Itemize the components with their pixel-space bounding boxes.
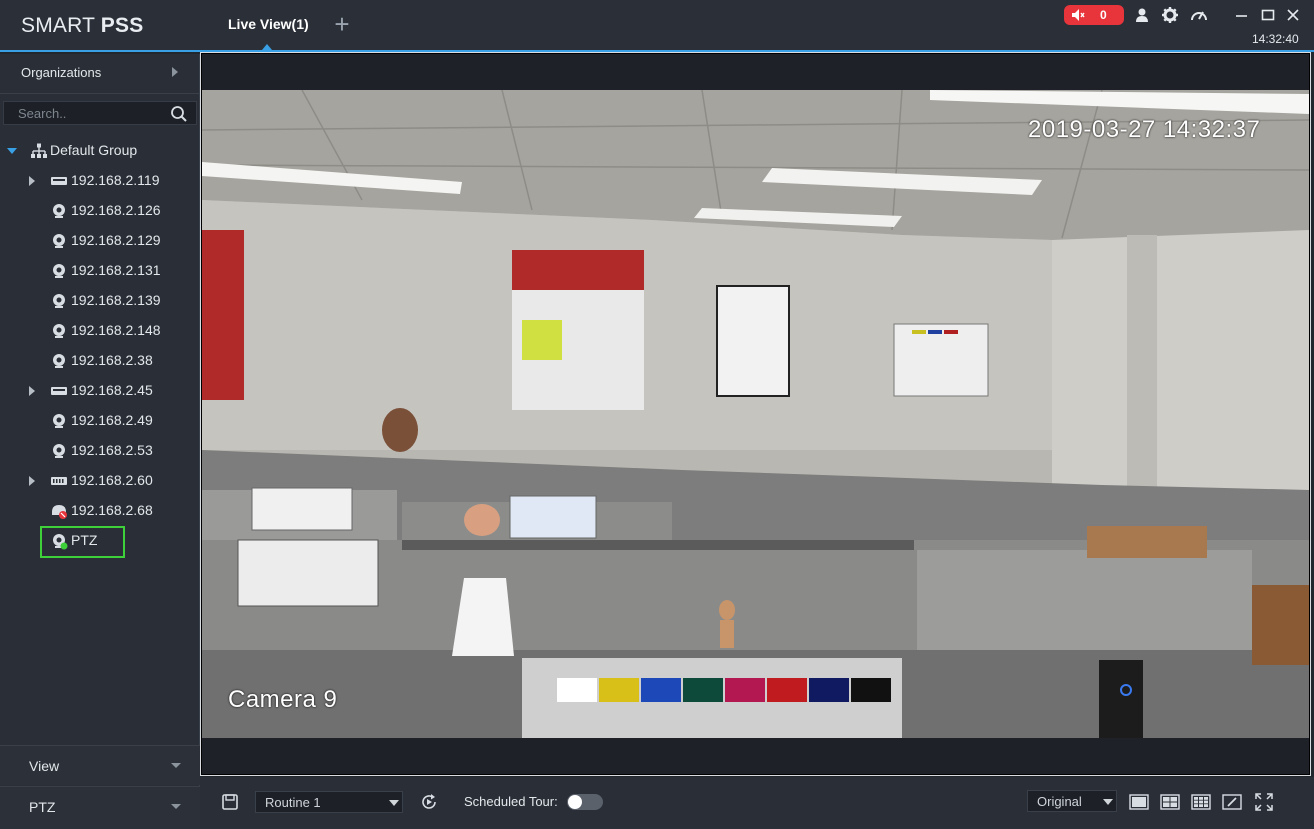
tree-device-camera[interactable]: 192.168.2.49 bbox=[0, 406, 200, 436]
osd-camera-name: Camera 9 bbox=[228, 686, 338, 713]
osd-timestamp: 2019-03-27 14:32:37 bbox=[1028, 116, 1261, 143]
tree-device-camera[interactable]: 192.168.2.148 bbox=[0, 316, 200, 346]
search-box bbox=[3, 101, 197, 125]
nvr-icon bbox=[51, 477, 67, 485]
refresh-icon[interactable] bbox=[419, 792, 439, 812]
speaker-mute-icon bbox=[1072, 9, 1085, 21]
scheduled-tour-label: Scheduled Tour: bbox=[464, 794, 558, 809]
caret-right-icon[interactable] bbox=[29, 386, 35, 396]
tree-device-camera[interactable]: 192.168.2.131 bbox=[0, 256, 200, 286]
tree-device-label: 192.168.2.68 bbox=[71, 502, 153, 518]
bottom-toolbar: Routine 1 Scheduled Tour: Original bbox=[200, 777, 1314, 829]
minimize-icon[interactable] bbox=[1233, 6, 1251, 24]
active-tab-indicator bbox=[262, 44, 272, 50]
tree-device-camera[interactable]: 192.168.2.38 bbox=[0, 346, 200, 376]
tree-device-label: 192.168.2.60 bbox=[71, 472, 153, 488]
tree-device-nvr[interactable]: 192.168.2.60 bbox=[0, 466, 200, 496]
alarm-count: 0 bbox=[1100, 8, 1107, 22]
plus-icon[interactable]: + bbox=[331, 11, 353, 37]
chevron-down-icon bbox=[389, 800, 399, 806]
tree-device-label: 192.168.2.129 bbox=[71, 232, 161, 248]
organization-icon bbox=[31, 143, 47, 158]
chevron-down-icon bbox=[171, 804, 181, 809]
layout-4-icon[interactable] bbox=[1160, 792, 1180, 812]
camera-icon bbox=[53, 204, 65, 218]
caret-down-icon[interactable] bbox=[7, 148, 17, 154]
tab-live-view[interactable]: Live View(1) bbox=[228, 16, 309, 32]
camera-icon bbox=[53, 444, 65, 458]
chevron-down-icon bbox=[1103, 799, 1113, 805]
caret-right-icon[interactable] bbox=[29, 176, 35, 186]
custom-layout-icon[interactable] bbox=[1222, 792, 1242, 812]
tree-device-label: 192.168.2.148 bbox=[71, 322, 161, 338]
gauge-icon[interactable] bbox=[1190, 6, 1208, 24]
tree-device-label: 192.168.2.49 bbox=[71, 412, 153, 428]
camera-icon bbox=[53, 264, 65, 278]
routine-select[interactable]: Routine 1 bbox=[255, 791, 403, 813]
camera-scene bbox=[202, 90, 1309, 738]
tree-device-label: 192.168.2.126 bbox=[71, 202, 161, 218]
ptz-panel-label: PTZ bbox=[29, 799, 56, 815]
caret-right-icon[interactable] bbox=[29, 476, 35, 486]
stream-select[interactable]: Original bbox=[1027, 790, 1117, 812]
nvr-icon bbox=[51, 177, 67, 185]
tree-device-nvr[interactable]: 192.168.2.119 bbox=[0, 166, 200, 196]
app-logo: SMART PSS bbox=[21, 14, 144, 37]
title-bar: SMART PSS Live View(1) + 0 14:32:40 bbox=[0, 0, 1314, 52]
layout-1-icon[interactable] bbox=[1129, 792, 1149, 812]
camera-icon bbox=[53, 294, 65, 308]
fullscreen-icon[interactable] bbox=[1254, 792, 1274, 812]
camera-icon bbox=[53, 324, 65, 338]
scheduled-tour-toggle[interactable] bbox=[567, 794, 603, 810]
view-panel-label: View bbox=[29, 758, 60, 774]
video-letterbox-top bbox=[202, 54, 1309, 90]
video-window[interactable]: 2019-03-27 14:32:37 Camera 9 bbox=[200, 52, 1311, 776]
nvr-icon bbox=[51, 387, 67, 395]
toggle-knob bbox=[568, 795, 582, 809]
tree-group-label: Default Group bbox=[50, 142, 138, 158]
camera-icon bbox=[53, 354, 65, 368]
organizations-header[interactable]: Organizations bbox=[0, 54, 200, 94]
chevron-right-icon bbox=[172, 67, 178, 77]
chevron-down-icon bbox=[171, 763, 181, 768]
tree-device-label: 192.168.2.119 bbox=[71, 172, 160, 188]
camera-offline-icon bbox=[52, 505, 67, 519]
tree-device-label: 192.168.2.53 bbox=[71, 442, 153, 458]
camera-icon bbox=[53, 414, 65, 428]
tree-device-camera-offline[interactable]: 192.168.2.68 bbox=[0, 496, 200, 526]
tree-device-camera[interactable]: 192.168.2.53 bbox=[0, 436, 200, 466]
search-icon[interactable] bbox=[170, 105, 188, 123]
view-panel-header[interactable]: View bbox=[0, 745, 200, 785]
maximize-icon[interactable] bbox=[1259, 6, 1277, 24]
tree-device-label: 192.168.2.38 bbox=[71, 352, 153, 368]
tree-group-default[interactable]: Default Group bbox=[0, 136, 200, 166]
stream-select-value: Original bbox=[1037, 794, 1082, 809]
save-icon[interactable] bbox=[220, 792, 240, 812]
tree-device-camera[interactable]: 192.168.2.129 bbox=[0, 226, 200, 256]
close-icon[interactable] bbox=[1284, 6, 1302, 24]
camera-icon bbox=[53, 234, 65, 248]
ptz-panel-header[interactable]: PTZ bbox=[0, 786, 200, 829]
selected-device-highlight bbox=[40, 526, 125, 558]
live-video-feed: 2019-03-27 14:32:37 Camera 9 bbox=[202, 90, 1309, 738]
alarm-button[interactable]: 0 bbox=[1064, 5, 1124, 25]
user-icon[interactable] bbox=[1133, 6, 1151, 24]
video-letterbox-bottom bbox=[202, 738, 1309, 774]
tree-device-camera[interactable]: 192.168.2.139 bbox=[0, 286, 200, 316]
tree-device-label: 192.168.2.45 bbox=[71, 382, 153, 398]
tree-device-nvr[interactable]: 192.168.2.45 bbox=[0, 376, 200, 406]
routine-select-value: Routine 1 bbox=[265, 795, 321, 810]
system-clock: 14:32:40 bbox=[1252, 32, 1299, 46]
search-input[interactable] bbox=[18, 104, 168, 122]
device-sidebar: Organizations Default Group bbox=[0, 54, 200, 829]
tree-device-label: 192.168.2.139 bbox=[71, 292, 161, 308]
tree-device-camera[interactable]: 192.168.2.126 bbox=[0, 196, 200, 226]
tree-device-label: 192.168.2.131 bbox=[71, 262, 161, 278]
gear-icon[interactable] bbox=[1161, 6, 1179, 24]
organizations-label: Organizations bbox=[21, 65, 102, 80]
layout-9-icon[interactable] bbox=[1191, 792, 1211, 812]
